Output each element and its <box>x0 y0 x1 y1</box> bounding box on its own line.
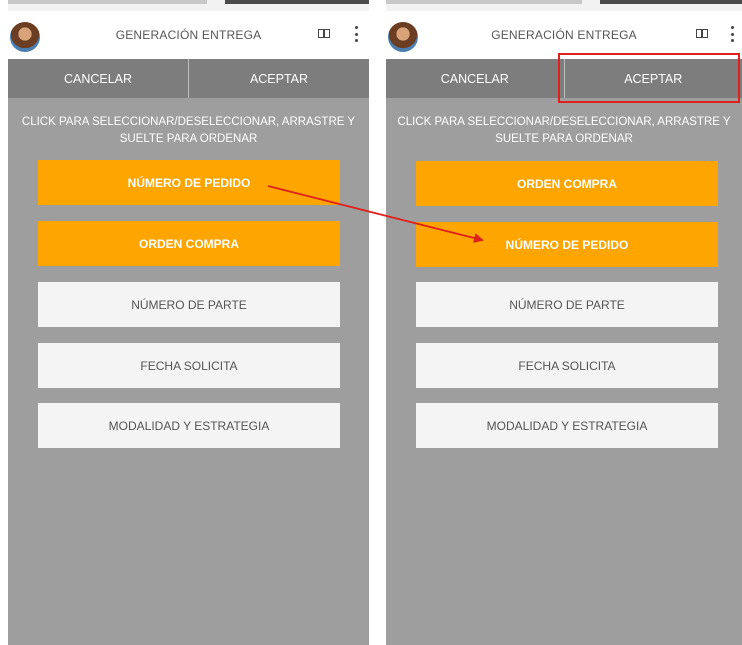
instructions-text: CLICK PARA SELECCIONAR/DESELECCIONAR, AR… <box>21 116 356 145</box>
list-item[interactable]: MODALIDAD Y ESTRATEGIA <box>38 403 340 448</box>
top-progress-strip <box>8 0 369 11</box>
list-item[interactable]: MODALIDAD Y ESTRATEGIA <box>416 403 718 448</box>
avatar[interactable] <box>10 22 40 52</box>
app-header: GENERACIÓN ENTREGA <box>8 11 369 59</box>
progress-track <box>8 0 207 4</box>
instructions-text: CLICK PARA SELECCIONAR/DESELECCIONAR, AR… <box>397 116 731 145</box>
cancel-button[interactable]: CANCELAR <box>8 59 188 98</box>
accept-button[interactable]: ACEPTAR <box>565 59 742 98</box>
page-title: GENERACIÓN ENTREGA <box>491 28 637 42</box>
avatar[interactable] <box>388 22 418 52</box>
list-item[interactable]: FECHA SOLICITA <box>38 343 340 388</box>
list-item[interactable]: NÚMERO DE PEDIDO <box>416 222 718 267</box>
list-item[interactable]: NÚMERO DE PARTE <box>38 282 340 327</box>
app-header: GENERACIÓN ENTREGA <box>386 11 742 59</box>
list-item[interactable]: FECHA SOLICITA <box>416 343 718 388</box>
cancel-button[interactable]: CANCELAR <box>386 59 564 98</box>
progress-indicator <box>599 0 742 4</box>
accept-button[interactable]: ACEPTAR <box>189 59 369 98</box>
action-bar: CANCELAR ACEPTAR <box>386 59 742 98</box>
list-item[interactable]: NÚMERO DE PARTE <box>416 282 718 327</box>
progress-track <box>386 0 582 4</box>
progress-indicator <box>224 0 369 4</box>
more-vert-icon[interactable] <box>730 26 734 42</box>
list-item[interactable]: ORDEN COMPRA <box>416 161 718 206</box>
page-title: GENERACIÓN ENTREGA <box>115 28 262 42</box>
action-bar: CANCELAR ACEPTAR <box>8 59 369 98</box>
screen-after: GENERACIÓN ENTREGA CANCELAR ACEPTAR CLIC… <box>386 0 742 645</box>
list-item[interactable]: NÚMERO DE PEDIDO <box>38 160 340 205</box>
split-panel-icon[interactable] <box>696 29 708 38</box>
list-item[interactable]: ORDEN COMPRA <box>38 221 340 266</box>
more-vert-icon[interactable] <box>354 26 358 42</box>
screen-before: GENERACIÓN ENTREGA CANCELAR ACEPTAR CLIC… <box>8 0 369 645</box>
split-panel-icon[interactable] <box>318 29 330 38</box>
top-progress-strip <box>386 0 742 11</box>
